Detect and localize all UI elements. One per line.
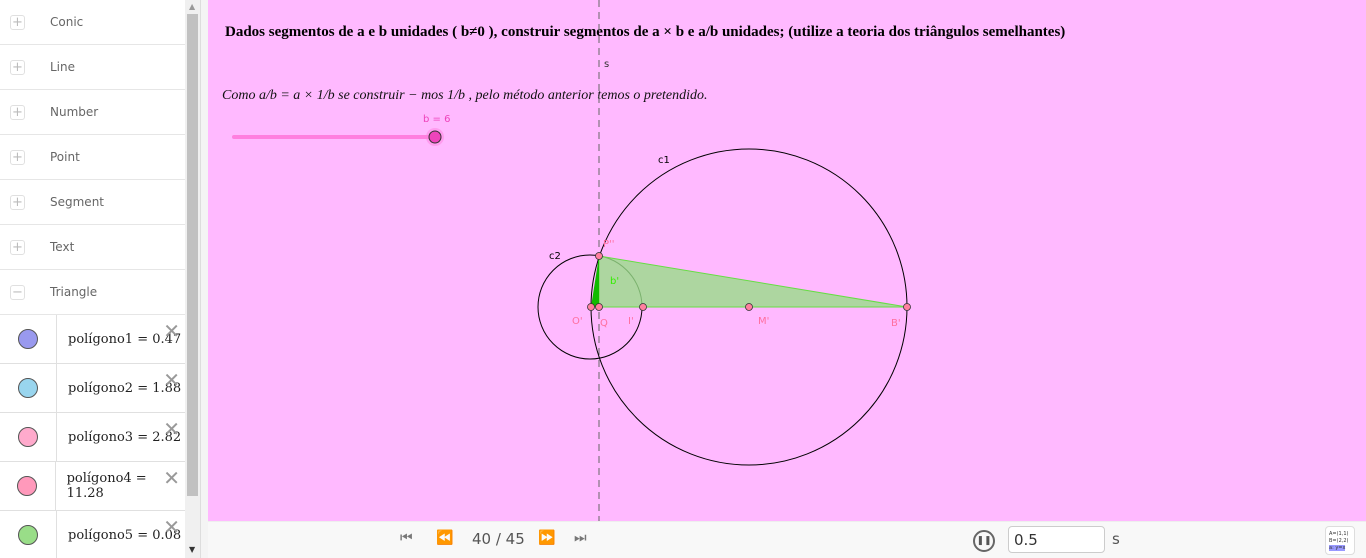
label-Q: Q [600, 318, 608, 329]
collapse-icon[interactable]: − [10, 284, 25, 300]
playback-bar: ⏮ ⏪ 40 / 45 ⏩ ⏭ ❚❚ 0.5 s A=(1,1) B=(2,2) a… [208, 521, 1366, 558]
close-icon[interactable]: ✕ [163, 368, 180, 392]
category-text[interactable]: + Text [0, 225, 185, 270]
pause-button[interactable]: ❚❚ [973, 530, 995, 552]
label-P: P'' [603, 239, 615, 250]
category-label: Line [50, 60, 76, 74]
visibility-toggle[interactable] [18, 378, 38, 398]
next-step-icon[interactable]: ⏩ [538, 530, 555, 546]
step-counter: 40 / 45 [472, 530, 525, 548]
construction: b = 6 s c1 c2 P'' b' O' Q I' M' B' [232, 0, 911, 521]
visibility-toggle[interactable] [18, 525, 38, 545]
last-step-icon[interactable]: ⏭ [574, 530, 587, 546]
category-point[interactable]: + Point [0, 135, 185, 180]
visibility-toggle[interactable] [17, 476, 38, 496]
point-M[interactable] [745, 303, 753, 311]
scrollbar[interactable]: ▲ ▼ [185, 0, 200, 558]
slider-label: b = 6 [423, 114, 450, 125]
expand-icon[interactable]: + [10, 59, 25, 75]
close-icon[interactable]: ✕ [163, 319, 180, 343]
label-O: O' [572, 316, 583, 327]
category-label: Text [50, 240, 75, 254]
speed-unit: s [1112, 530, 1120, 548]
visibility-toggle[interactable] [18, 329, 38, 349]
category-triangle[interactable]: − Triangle [0, 270, 185, 315]
point-P[interactable] [595, 252, 603, 260]
category-label: Conic [50, 15, 84, 29]
point-B[interactable] [903, 303, 911, 311]
list-item[interactable]: polígono4 = 11.28 ✕ [0, 462, 185, 511]
algebra-view-icon[interactable]: A=(1,1) B=(2,2) a: y=x [1325, 526, 1355, 555]
expand-icon[interactable]: + [10, 149, 25, 165]
list-item[interactable]: polígono1 = 0.47 ✕ [0, 315, 185, 364]
previous-step-icon[interactable]: ⏪ [436, 530, 453, 546]
label-M: M' [758, 316, 769, 327]
first-step-icon[interactable]: ⏮ [400, 530, 413, 546]
speed-input[interactable]: 0.5 [1008, 526, 1105, 553]
point-O[interactable] [587, 303, 595, 311]
label-c1: c1 [658, 155, 670, 166]
category-number[interactable]: + Number [0, 90, 185, 135]
category-label: Segment [50, 195, 104, 209]
scroll-up-icon[interactable]: ▲ [189, 2, 195, 11]
point-I[interactable] [639, 303, 647, 311]
expand-icon[interactable]: + [10, 104, 25, 120]
category-label: Point [50, 150, 80, 164]
category-line[interactable]: + Line [0, 45, 185, 90]
label-c2: c2 [549, 251, 561, 262]
scrollbar-thumb[interactable] [187, 14, 198, 496]
list-item[interactable]: polígono2 = 1.88 ✕ [0, 364, 185, 413]
label-B: B' [891, 318, 901, 329]
point-Q[interactable] [595, 303, 603, 311]
algebra-sidebar: + Conic + Line + Number + Point + Segment + Text − Tr… [0, 0, 185, 558]
graphics-view[interactable]: Dados segmentos de a e b unidades ( b≠0 … [208, 0, 1366, 521]
scroll-down-icon[interactable]: ▼ [189, 545, 195, 554]
category-label: Triangle [50, 285, 98, 299]
category-label: Number [50, 105, 99, 119]
polygon5[interactable] [598, 255, 908, 308]
expand-icon[interactable]: + [10, 194, 25, 210]
polygon-small[interactable] [591, 256, 599, 307]
category-segment[interactable]: + Segment [0, 180, 185, 225]
list-item[interactable]: polígono5 = 0.08 ✕ [0, 511, 185, 558]
label-I: I' [628, 316, 634, 327]
close-icon[interactable]: ✕ [163, 515, 180, 539]
visibility-toggle[interactable] [18, 427, 38, 447]
expand-icon[interactable]: + [10, 239, 25, 255]
category-conic[interactable]: + Conic [0, 0, 185, 45]
close-icon[interactable]: ✕ [163, 466, 180, 490]
slider-handle[interactable] [428, 130, 442, 144]
divider[interactable] [200, 0, 208, 558]
close-icon[interactable]: ✕ [163, 417, 180, 441]
label-b: b' [610, 276, 619, 287]
expand-icon[interactable]: + [10, 14, 25, 30]
label-s: s [604, 59, 609, 70]
list-item[interactable]: polígono3 = 2.82 ✕ [0, 413, 185, 462]
